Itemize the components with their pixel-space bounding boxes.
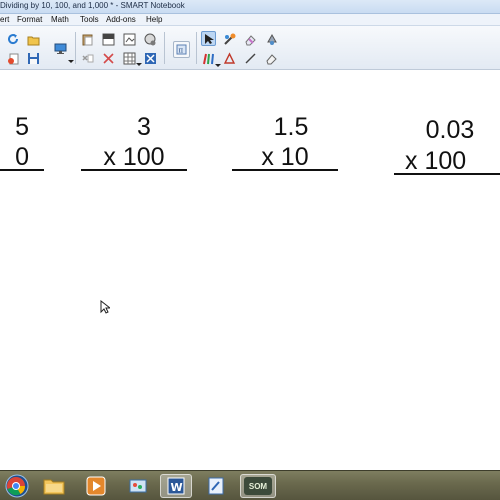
title-bar: Dividing by 10, 100, and 1,000 * - SMART… <box>0 0 500 14</box>
problem-4-multiplier: x 100 <box>405 147 467 175</box>
undo-icon[interactable] <box>80 51 95 66</box>
problem-4-dividend: 0.03 <box>425 116 475 144</box>
table-dropdown-icon[interactable] <box>136 63 142 66</box>
taskbar: W SOM <box>0 470 500 500</box>
menu-format[interactable]: Format <box>17 15 42 24</box>
problem-3-rule <box>232 169 338 171</box>
eraser-icon[interactable] <box>264 51 279 66</box>
problem-3-multiplier: x 10 <box>261 143 309 171</box>
pens-icon[interactable] <box>201 51 216 66</box>
magic-pen-icon[interactable] <box>222 32 237 47</box>
smart-app-button[interactable]: SOM <box>240 474 276 498</box>
problem-2[interactable]: 3 x 100 <box>81 113 187 173</box>
problem-2-multiplier: x 100 <box>103 143 165 171</box>
capture-icon[interactable] <box>122 32 137 47</box>
problem-3-dividend: 1.5 <box>273 113 309 141</box>
shapes-icon[interactable] <box>222 51 237 66</box>
problem-2-dividend: 3 <box>137 113 151 141</box>
fill-color-icon[interactable] <box>264 32 279 47</box>
display-dropdown-icon[interactable] <box>68 60 74 63</box>
toolbar-separator <box>75 32 76 64</box>
smart-app-label: SOM <box>244 477 272 495</box>
fill-icon[interactable] <box>143 32 158 47</box>
menu-help[interactable]: Help <box>146 15 162 24</box>
line-icon[interactable] <box>243 51 258 66</box>
menu-bar: ert Format Math Tools Add-ons Help <box>0 14 500 26</box>
media-player-icon[interactable] <box>80 474 112 498</box>
problem-2-rule <box>81 169 187 171</box>
menu-insert[interactable]: ert <box>0 15 9 24</box>
notebook-canvas[interactable]: 5 0 3 x 100 1.5 x 10 0.03 x 100 <box>0 71 500 470</box>
math-icon[interactable]: π <box>173 41 190 58</box>
file-explorer-icon[interactable] <box>38 474 70 498</box>
problem-1-divisor: 0 <box>15 143 29 171</box>
paint-icon[interactable] <box>122 474 154 498</box>
delete-page-icon[interactable] <box>6 51 21 66</box>
display-icon[interactable] <box>53 41 68 56</box>
window-title: Dividing by 10, 100, and 1,000 * - SMART… <box>0 1 185 10</box>
save-icon[interactable] <box>26 51 41 66</box>
problem-1-rule <box>0 169 44 171</box>
svg-text:π: π <box>179 47 184 55</box>
toolbar: π <box>0 26 500 70</box>
problem-3[interactable]: 1.5 x 10 <box>232 113 338 173</box>
eraser-tool-icon[interactable] <box>243 32 258 47</box>
menu-addons[interactable]: Add-ons <box>106 15 136 24</box>
pens-dropdown-icon[interactable] <box>215 64 221 67</box>
notebook-icon[interactable] <box>200 474 232 498</box>
chrome-icon[interactable] <box>2 474 30 498</box>
word-icon[interactable]: W <box>160 474 192 498</box>
open-icon[interactable] <box>26 32 41 47</box>
table-icon[interactable] <box>122 51 137 66</box>
toolbar-separator <box>196 32 197 64</box>
problem-4[interactable]: 0.03 x 100 <box>394 116 500 176</box>
toolbar-separator <box>164 32 165 64</box>
problem-1[interactable]: 5 0 <box>0 113 44 173</box>
problem-1-dividend: 5 <box>15 113 29 141</box>
menu-math[interactable]: Math <box>51 15 69 24</box>
mouse-cursor-icon <box>100 299 112 319</box>
paste-icon[interactable] <box>80 32 95 47</box>
svg-text:W: W <box>171 481 183 494</box>
menu-tools[interactable]: Tools <box>80 15 99 24</box>
problem-4-rule <box>394 173 500 175</box>
redo-icon[interactable] <box>6 32 21 47</box>
clear-icon[interactable] <box>101 51 116 66</box>
select-icon[interactable] <box>201 31 216 46</box>
screen-shade-icon[interactable] <box>101 32 116 47</box>
cancel-icon[interactable] <box>143 51 158 66</box>
